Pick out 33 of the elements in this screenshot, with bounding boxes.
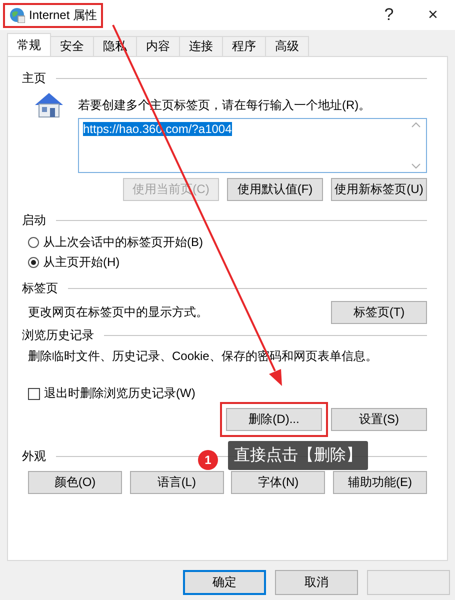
button[interactable]: 设置(S): [331, 408, 427, 431]
button[interactable]: 字体(N): [231, 471, 326, 494]
tab[interactable]: 常规: [7, 33, 51, 56]
close-button[interactable]: ×: [411, 5, 455, 25]
scroll-up-icon: [411, 122, 421, 128]
button[interactable]: 使用默认值(F): [227, 178, 323, 201]
radio-label: 从主页开始(H): [43, 254, 120, 270]
section-heading: 浏览历史记录: [22, 326, 94, 344]
button[interactable]: 颜色(O): [28, 471, 122, 494]
button[interactable]: 语言(L): [130, 471, 224, 494]
section-heading: 主页: [22, 70, 46, 86]
checkbox[interactable]: [28, 388, 40, 400]
tooltip: 直接点击【删除】: [228, 441, 368, 470]
button[interactable]: 使用新标签页(U): [331, 178, 427, 201]
window-title: Internet 属性: [29, 6, 98, 24]
radio-button[interactable]: [28, 236, 39, 248]
description-text: 更改网页在标签页中的显示方式。: [28, 304, 208, 321]
section-heading: 标签页: [22, 280, 58, 296]
button[interactable]: 标签页(T): [331, 301, 427, 324]
button[interactable]: 取消: [275, 570, 358, 595]
section-heading: 外观: [22, 448, 46, 464]
help-button[interactable]: ?: [367, 5, 411, 25]
button[interactable]: 确定: [183, 570, 266, 595]
globe-icon: [9, 7, 25, 23]
radio-button[interactable]: [28, 256, 39, 268]
tab[interactable]: 高级: [265, 36, 309, 56]
section-heading: 启动: [22, 212, 46, 228]
button[interactable]: 辅助功能(E): [332, 471, 427, 494]
button[interactable]: 删除(D)...: [226, 408, 322, 431]
house-icon: [34, 91, 64, 119]
checkbox-label: 退出时删除浏览历史记录(W): [44, 385, 196, 402]
radio-label: 从上次会话中的标签页开始(B): [43, 234, 203, 250]
scroll-down-icon: [411, 163, 421, 169]
